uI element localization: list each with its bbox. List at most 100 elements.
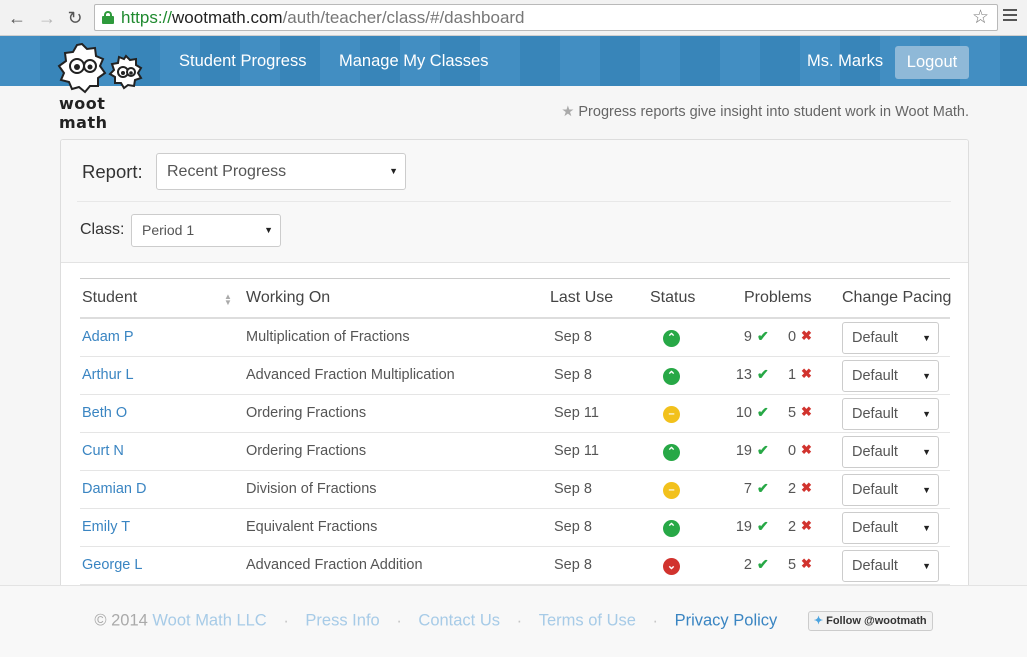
pacing-value: Default	[852, 558, 898, 574]
pacing-value: Default	[852, 368, 898, 384]
pacing-select[interactable]: Default ▼	[842, 512, 939, 544]
url-path: /auth/teacher/class/#/dashboard	[282, 8, 525, 27]
pacing-value: Default	[852, 482, 898, 498]
sort-icon[interactable]: ▲ ▼	[224, 293, 232, 307]
pacing-value: Default	[852, 444, 898, 460]
student-name-link[interactable]: Adam P	[82, 329, 134, 345]
twitter-follow-button[interactable]: ✦ Follow @wootmath	[807, 611, 933, 631]
pacing-select[interactable]: Default ▼	[842, 360, 939, 392]
correct-count: 2	[743, 557, 752, 573]
cross-icon: ✖	[801, 366, 812, 381]
bookmark-star-icon[interactable]: ☆	[972, 5, 989, 30]
working-on: Division of Fractions	[246, 481, 377, 497]
check-icon: ✔	[757, 404, 769, 420]
woot-math-logo[interactable]: woot math	[55, 38, 155, 132]
press-info-link[interactable]: Press Info	[305, 612, 379, 630]
contact-us-link[interactable]: Contact Us	[418, 612, 500, 630]
class-select[interactable]: Period 1 ▼	[131, 214, 281, 247]
browser-menu-icon[interactable]	[1003, 9, 1017, 23]
last-use: Sep 8	[554, 557, 592, 573]
cross-icon: ✖	[801, 442, 812, 457]
info-text: Progress reports give insight into stude…	[578, 104, 969, 120]
nav-manage-my-classes[interactable]: Manage My Classes	[339, 36, 488, 86]
progress-panel: Report: Recent Progress ▼ Class: Period …	[60, 139, 969, 599]
student-name-link[interactable]: Emily T	[82, 519, 130, 535]
column-working-on: Working On	[246, 289, 331, 306]
check-icon: ✔	[757, 556, 769, 572]
pacing-select[interactable]: Default ▼	[842, 550, 939, 582]
class-label: Class:	[80, 221, 125, 238]
separator: ·	[516, 611, 523, 630]
company-link[interactable]: Woot Math LLC	[152, 612, 266, 630]
back-arrow-icon[interactable]: ←	[6, 7, 28, 29]
caret-down-icon: ▼	[922, 371, 931, 381]
student-name-link[interactable]: Arthur L	[82, 367, 134, 383]
last-use: Sep 8	[554, 367, 592, 383]
correct-count: 19	[735, 519, 752, 535]
incorrect-count: 0	[788, 329, 797, 345]
cross-icon: ✖	[801, 480, 812, 495]
cross-icon: ✖	[801, 328, 812, 343]
status-neutral-icon: –	[663, 482, 680, 499]
privacy-policy-link[interactable]: Privacy Policy	[675, 612, 778, 630]
logout-button[interactable]: Logout	[895, 46, 969, 79]
caret-down-icon: ▼	[389, 166, 398, 176]
status-down-icon: ⌄	[663, 558, 680, 575]
column-student[interactable]: Student	[82, 289, 137, 307]
address-bar[interactable]: https://wootmath.com/auth/teacher/class/…	[94, 4, 998, 31]
info-message: ★ Progress reports give insight into stud…	[561, 104, 969, 120]
status-up-icon: ⌃	[663, 330, 680, 347]
status-up-icon: ⌃	[663, 520, 680, 537]
check-icon: ✔	[757, 366, 769, 382]
caret-down-icon: ▼	[922, 561, 931, 571]
correct-count: 19	[735, 443, 752, 459]
caret-down-icon: ▼	[922, 447, 931, 457]
student-name-link[interactable]: Damian D	[82, 481, 146, 497]
incorrect-count: 1	[788, 367, 797, 383]
column-status: Status	[650, 289, 696, 306]
terms-of-use-link[interactable]: Terms of Use	[539, 612, 636, 630]
student-name-link[interactable]: Beth O	[82, 405, 127, 421]
nav-student-progress[interactable]: Student Progress	[179, 36, 307, 86]
last-use: Sep 8	[554, 329, 592, 345]
table-row: Damian D Division of Fractions Sep 8 – 7 ✔ 2 ✖ D…	[80, 471, 950, 509]
pacing-select[interactable]: Default ▼	[842, 436, 939, 468]
report-selected-value: Recent Progress	[167, 163, 287, 180]
table-row: Beth O Ordering Fractions Sep 11 – 10 ✔ 5 ✖ Defa…	[80, 395, 950, 433]
pacing-value: Default	[852, 330, 898, 346]
correct-count: 10	[735, 405, 752, 421]
check-icon: ✔	[757, 480, 769, 496]
separator: ·	[396, 611, 402, 630]
pacing-select[interactable]: Default ▼	[842, 398, 939, 430]
reload-icon[interactable]: ↻	[64, 7, 86, 29]
lock-icon	[102, 11, 114, 24]
report-filters: Report: Recent Progress ▼ Class: Period …	[61, 140, 968, 263]
star-icon: ★	[561, 104, 575, 120]
pacing-select[interactable]: Default ▼	[842, 474, 939, 506]
table-body: Adam P Multiplication of Fractions Sep 8 ⌃ 9…	[80, 319, 950, 585]
correct-count: 9	[743, 329, 752, 345]
table-header: Student ▲ ▼ Working On Last Use Status Pr…	[80, 278, 951, 319]
column-last-use: Last Use	[550, 289, 614, 306]
incorrect-count: 0	[788, 443, 797, 459]
incorrect-count: 5	[788, 557, 797, 573]
report-label: Report:	[82, 161, 143, 182]
pacing-value: Default	[852, 406, 898, 422]
pacing-value: Default	[852, 520, 898, 536]
user-name[interactable]: Ms. Marks	[807, 36, 883, 86]
logo-gears-icon	[57, 42, 143, 94]
student-name-link[interactable]: George L	[82, 557, 142, 573]
divider	[77, 201, 951, 202]
correct-count: 7	[743, 481, 752, 497]
forward-arrow-icon[interactable]: →	[36, 7, 58, 29]
logo-text: woot math	[59, 94, 108, 132]
check-icon: ✔	[757, 442, 769, 458]
working-on: Advanced Fraction Multiplication	[246, 367, 455, 383]
incorrect-count: 2	[788, 481, 797, 497]
student-name-link[interactable]: Curt N	[82, 443, 124, 459]
report-select[interactable]: Recent Progress ▼	[156, 153, 406, 190]
pacing-select[interactable]: Default ▼	[842, 322, 939, 354]
student-progress-table: Student ▲ ▼ Working On Last Use Status Pr…	[80, 278, 951, 585]
copyright: © 2014	[94, 611, 148, 630]
check-icon: ✔	[757, 518, 769, 534]
